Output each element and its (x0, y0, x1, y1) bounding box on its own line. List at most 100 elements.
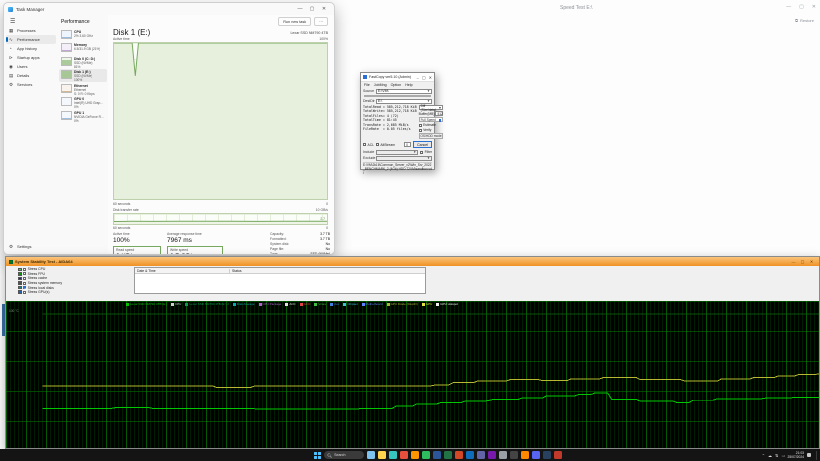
time-axis-row: 60 seconds0 (113, 202, 328, 206)
menu-file[interactable]: File (364, 83, 370, 87)
start-button[interactable] (313, 451, 321, 459)
file-explorer-icon[interactable] (378, 451, 386, 459)
buffer-input[interactable]: 512 (435, 111, 443, 116)
disk-detail-panel: Run new task ··· Disk 1 (E:) Lexar SSD N… (108, 15, 334, 254)
perf-card-disk-0-c-d-[interactable]: Disk 0 (C: D:)SSD (NVMe)81% (59, 55, 107, 69)
background-window-title: Speed Test E:\ (560, 5, 592, 11)
performance-icon: ∿ (9, 37, 14, 43)
sidebar-item-label: Processes (17, 28, 36, 33)
estimate-checkbox[interactable]: Estimate (419, 123, 444, 127)
perf-card-gpu-0[interactable]: GPU 0Intel(R) UHD Grap...0% (59, 96, 107, 110)
aida64-app-icon (9, 260, 13, 264)
cancel-button[interactable]: Cancel (413, 141, 432, 148)
menu-jobmng[interactable]: JobMng (374, 83, 387, 87)
menu-option[interactable]: Option (391, 83, 402, 87)
sidebar-item-app-history[interactable]: ◔App history (6, 44, 56, 53)
powerpoint-icon[interactable] (455, 451, 463, 459)
settings-icon[interactable] (499, 451, 507, 459)
outlook-icon[interactable] (466, 451, 474, 459)
task-manager-window: Task Manager — ▢ ✕ ☰ ▦Processes∿Performa… (3, 2, 335, 255)
widgets-weather-icon[interactable] (367, 451, 375, 459)
checkbox[interactable] (23, 282, 26, 285)
notification-bell-icon[interactable] (807, 453, 811, 457)
checkbox[interactable] (23, 291, 26, 294)
perf-card-disk-1-e-[interactable]: Disk 1 (E:)SSD (NVMe)100% (59, 69, 107, 83)
exclude-combobox[interactable]: ▼ (376, 156, 432, 161)
checkbox[interactable] (23, 272, 26, 275)
perf-card-memory[interactable]: Memory6.5/31.9 GB (21%) (59, 42, 107, 56)
steam-icon[interactable] (543, 451, 551, 459)
time-axis-row-2: 60 seconds0 (113, 226, 328, 230)
perf-card-gpu-1[interactable]: GPU 1NVIDIA GeForce R...0% (59, 109, 107, 123)
maximize-icon[interactable]: ▢ (799, 4, 804, 10)
checkbox[interactable] (23, 277, 26, 280)
close-icon[interactable]: ✕ (812, 4, 816, 10)
maximize-icon[interactable]: ▢ (422, 75, 426, 80)
minimize-icon[interactable]: — (294, 3, 306, 15)
checkbox[interactable] (23, 268, 26, 271)
source-combobox[interactable]: E:\VM\▼ (376, 89, 432, 94)
discord-icon[interactable] (532, 451, 540, 459)
transfer-stats: TotalRead = 585,212,718 KiBTotalWrite= 5… (363, 105, 417, 139)
word-icon[interactable] (433, 451, 441, 459)
terminal-icon[interactable] (510, 451, 518, 459)
copy-mode-combobox[interactable]: Diff (Size/date)▼ (419, 105, 444, 110)
taskbar-clock[interactable]: 21:03 25/07/2024 (787, 451, 804, 459)
fastcopy-window-controls[interactable]: – ▢ ✕ (417, 75, 432, 80)
slider-thumb[interactable] (439, 119, 442, 123)
minimize-icon[interactable]: — (786, 4, 791, 10)
filter-checkbox[interactable]: Filter (420, 150, 432, 154)
vlc-icon[interactable] (521, 451, 529, 459)
task-manager-window-controls[interactable]: — ▢ ✕ (294, 3, 330, 15)
chevron-up-icon[interactable]: ⌃ (762, 453, 765, 458)
acl-checkbox[interactable]: ACL (363, 143, 374, 147)
chrome-browser-icon[interactable] (400, 451, 408, 459)
excel-icon[interactable] (444, 451, 452, 459)
full-speed-slider[interactable]: Full Speed (419, 117, 444, 122)
firefox-browser-icon[interactable] (411, 451, 419, 459)
close-icon[interactable]: ✕ (807, 257, 816, 266)
include-combobox[interactable]: ▼ (376, 150, 418, 155)
chevron-down-icon: ▼ (438, 106, 441, 110)
network-icon[interactable]: ⇅ (775, 453, 778, 458)
sidebar-item-users[interactable]: ◉Users (6, 62, 56, 71)
sidebar-item-settings[interactable]: ⚙ Settings (6, 242, 56, 251)
sidebar-item-startup-apps[interactable]: ⊳Startup apps (6, 53, 56, 62)
sidebar-item-performance[interactable]: ∿Performance (6, 35, 56, 44)
onenote-icon[interactable] (488, 451, 496, 459)
menu-help[interactable]: Help (405, 83, 412, 87)
altstream-checkbox[interactable]: AltStream (376, 143, 395, 147)
perf-card-cpu[interactable]: CPU2% 3.60 GHz (59, 28, 107, 42)
installer-icon[interactable] (554, 451, 562, 459)
checkbox[interactable] (23, 286, 26, 289)
sidebar-item-processes[interactable]: ▦Processes (6, 26, 56, 35)
sidebar-item-details[interactable]: ▤Details (6, 71, 56, 80)
perf-card-ethernet[interactable]: EthernetEthernetS: 0 R: 0 Kbps (59, 82, 107, 96)
retry-spinner[interactable]: 0 (404, 142, 411, 147)
background-window-controls[interactable]: — ▢ ✕ (786, 4, 816, 10)
read-speed-value: 0 KB/s (116, 253, 158, 255)
taskbar-search[interactable]: 🔍︎ Search (324, 451, 364, 459)
more-options-button[interactable]: ··· (314, 17, 328, 26)
verify-checkbox[interactable]: Verify (419, 128, 444, 132)
spotify-icon[interactable] (422, 451, 430, 459)
sidebar-item-label: App history (17, 46, 37, 51)
disk-title: Disk 1 (E:) (113, 28, 150, 37)
minimize-icon[interactable]: – (417, 75, 419, 80)
onedrive-icon[interactable]: ☁ (768, 453, 772, 458)
maximize-icon[interactable]: ▢ (798, 257, 807, 266)
volume-icon[interactable]: ◅ (781, 453, 784, 458)
aida64-window-controls[interactable]: — ▢ ✕ (789, 257, 816, 266)
stress-checkbox-stress-gpu-s-[interactable]: Stress GPU(s) (18, 290, 62, 295)
show-desktop-button[interactable] (816, 451, 817, 460)
minimize-icon[interactable]: — (789, 257, 798, 266)
run-new-task-button[interactable]: Run new task (278, 17, 311, 26)
edge-browser-icon[interactable] (389, 451, 397, 459)
restore-button[interactable]: ⧉ Restore (795, 18, 814, 23)
hamburger-icon[interactable]: ☰ (6, 17, 56, 26)
sidebar-item-services[interactable]: ⚙Services (6, 80, 56, 89)
close-icon[interactable]: ✕ (318, 3, 330, 15)
teams-icon[interactable] (477, 451, 485, 459)
close-icon[interactable]: ✕ (429, 75, 432, 80)
maximize-icon[interactable]: ▢ (306, 3, 318, 15)
